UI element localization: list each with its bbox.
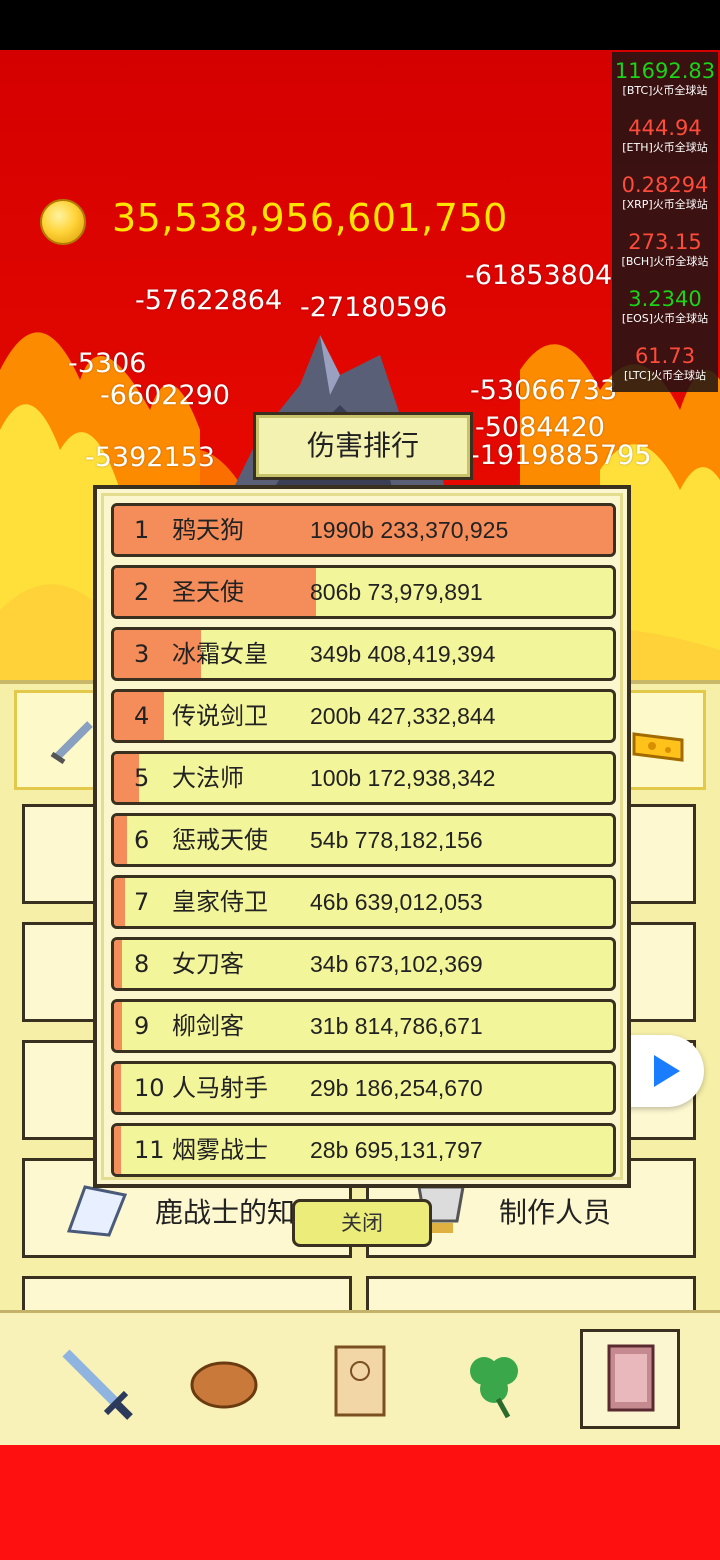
bread-icon bbox=[190, 1361, 258, 1409]
nav-bread[interactable] bbox=[176, 1333, 272, 1429]
ranking-row: 11 烟雾战士 28b 695,131,797 bbox=[111, 1123, 616, 1177]
bottom-nav bbox=[0, 1310, 720, 1445]
damage-number: -5392153 bbox=[85, 442, 215, 473]
bottom-fill bbox=[0, 1445, 720, 1560]
ticker-item: 444.94 [ETH]火币全球站 bbox=[622, 116, 708, 154]
ranking-row: 4 传说剑卫 200b 427,332,844 bbox=[111, 689, 616, 743]
coin-icon bbox=[40, 199, 86, 245]
dialog-title-box: 伤害排行 bbox=[253, 412, 473, 480]
rank-number: 9 bbox=[134, 1012, 150, 1040]
rank-number: 6 bbox=[134, 826, 150, 854]
close-button[interactable]: 关闭 bbox=[292, 1199, 432, 1247]
ranking-row: 1 鸦天狗 1990b 233,370,925 bbox=[111, 503, 616, 557]
ticker-item: 0.28294 [XRP]火币全球站 bbox=[621, 173, 709, 211]
ticker-item: 61.73 [LTC]火币全球站 bbox=[624, 344, 706, 382]
ranking-row: 3 冰霜女皇 349b 408,419,394 bbox=[111, 627, 616, 681]
damage-bar bbox=[114, 1002, 122, 1050]
damage-bar bbox=[114, 1064, 122, 1112]
damage-value: 34b 673,102,369 bbox=[310, 951, 483, 977]
clover-icon bbox=[470, 1357, 518, 1419]
damage-bar bbox=[114, 1126, 122, 1174]
damage-number: -27180596 bbox=[300, 292, 448, 323]
rank-number: 10 bbox=[134, 1074, 165, 1102]
hero-name: 柳剑客 bbox=[172, 1012, 244, 1040]
rank-number: 3 bbox=[134, 640, 150, 668]
rank-number: 4 bbox=[134, 702, 150, 730]
nav-clover[interactable] bbox=[446, 1333, 542, 1429]
damage-value: 349b 408,419,394 bbox=[310, 641, 496, 667]
hero-name: 冰霜女皇 bbox=[172, 640, 268, 668]
damage-number: -6602290 bbox=[100, 380, 230, 411]
ranking-row: 7 皇家侍卫 46b 639,012,053 bbox=[111, 875, 616, 929]
status-bar bbox=[0, 0, 720, 50]
ticker-item: 11692.83 [BTC]火币全球站 bbox=[614, 59, 716, 97]
sword-icon bbox=[62, 1349, 133, 1420]
ranking-row: 8 女刀客 34b 673,102,369 bbox=[111, 937, 616, 991]
damage-number: -1919885795 bbox=[470, 440, 652, 471]
damage-value: 29b 186,254,670 bbox=[310, 1075, 483, 1101]
ticker-item: 3.2340 [EOS]火币全球站 bbox=[621, 287, 709, 325]
book-icon bbox=[66, 1185, 128, 1237]
damage-number: -53066733 bbox=[470, 375, 618, 406]
hero-name: 人马射手 bbox=[172, 1074, 268, 1102]
damage-value: 31b 814,786,671 bbox=[310, 1013, 483, 1039]
book-icon bbox=[607, 1344, 655, 1412]
damage-value: 200b 427,332,844 bbox=[310, 703, 496, 729]
damage-value: 28b 695,131,797 bbox=[310, 1137, 483, 1163]
rank-number: 7 bbox=[134, 888, 150, 916]
ranking-row: 2 圣天使 806b 73,979,891 bbox=[111, 565, 616, 619]
damage-bar bbox=[114, 878, 126, 926]
crypto-ticker: 11692.83 [BTC]火币全球站 444.94 [ETH]火币全球站 0.28… bbox=[612, 52, 718, 392]
hero-name: 女刀客 bbox=[172, 950, 244, 978]
damage-number: -5084420 bbox=[475, 412, 605, 443]
rank-number: 11 bbox=[134, 1136, 165, 1164]
rank-number: 8 bbox=[134, 950, 150, 978]
damage-value: 100b 172,938,342 bbox=[310, 765, 496, 791]
damage-number: -61853804 bbox=[465, 260, 613, 291]
hero-name: 大法师 bbox=[172, 764, 244, 792]
damage-value: 1990b 233,370,925 bbox=[310, 517, 509, 543]
cheese-icon bbox=[632, 732, 684, 762]
damage-value: 54b 778,182,156 bbox=[310, 827, 483, 853]
damage-bar bbox=[114, 940, 123, 988]
ticker-item: 273.15 [BCH]火币全球站 bbox=[621, 230, 709, 268]
nav-sword[interactable] bbox=[46, 1333, 142, 1429]
damage-number: -57622864 bbox=[135, 285, 283, 316]
ranking-row: 6 惩戒天使 54b 778,182,156 bbox=[111, 813, 616, 867]
ranking-row: 5 大法师 100b 172,938,342 bbox=[111, 751, 616, 805]
damage-value: 806b 73,979,891 bbox=[310, 579, 483, 605]
hero-name: 烟雾战士 bbox=[172, 1136, 268, 1164]
rank-number: 2 bbox=[134, 578, 150, 606]
damage-value: 46b 639,012,053 bbox=[310, 889, 483, 915]
damage-bar bbox=[114, 816, 128, 864]
hero-name: 圣天使 bbox=[172, 578, 244, 606]
rank-number: 1 bbox=[134, 516, 150, 544]
coin-amount: 35,538,956,601,750 bbox=[112, 196, 508, 240]
hero-name: 皇家侍卫 bbox=[172, 888, 268, 916]
ranking-dialog: 1 鸦天狗 1990b 233,370,925 2 圣天使 806b 73,979,891… bbox=[93, 485, 631, 1188]
hero-name: 传说剑卫 bbox=[172, 702, 268, 730]
nav-book[interactable] bbox=[580, 1329, 680, 1429]
hero-name: 惩戒天使 bbox=[172, 826, 268, 854]
ranking-row: 9 柳剑客 31b 814,786,671 bbox=[111, 999, 616, 1053]
nav-scroll[interactable] bbox=[312, 1333, 408, 1429]
scroll-icon bbox=[334, 1345, 386, 1417]
play-icon bbox=[654, 1055, 680, 1087]
credits-label: 制作人员 bbox=[499, 1196, 612, 1229]
ranking-row: 10 人马射手 29b 186,254,670 bbox=[111, 1061, 616, 1115]
hero-name: 鸦天狗 bbox=[172, 516, 244, 544]
damage-number: -5306 bbox=[68, 348, 147, 379]
dialog-title: 伤害排行 bbox=[306, 429, 419, 462]
rank-number: 5 bbox=[134, 764, 150, 792]
